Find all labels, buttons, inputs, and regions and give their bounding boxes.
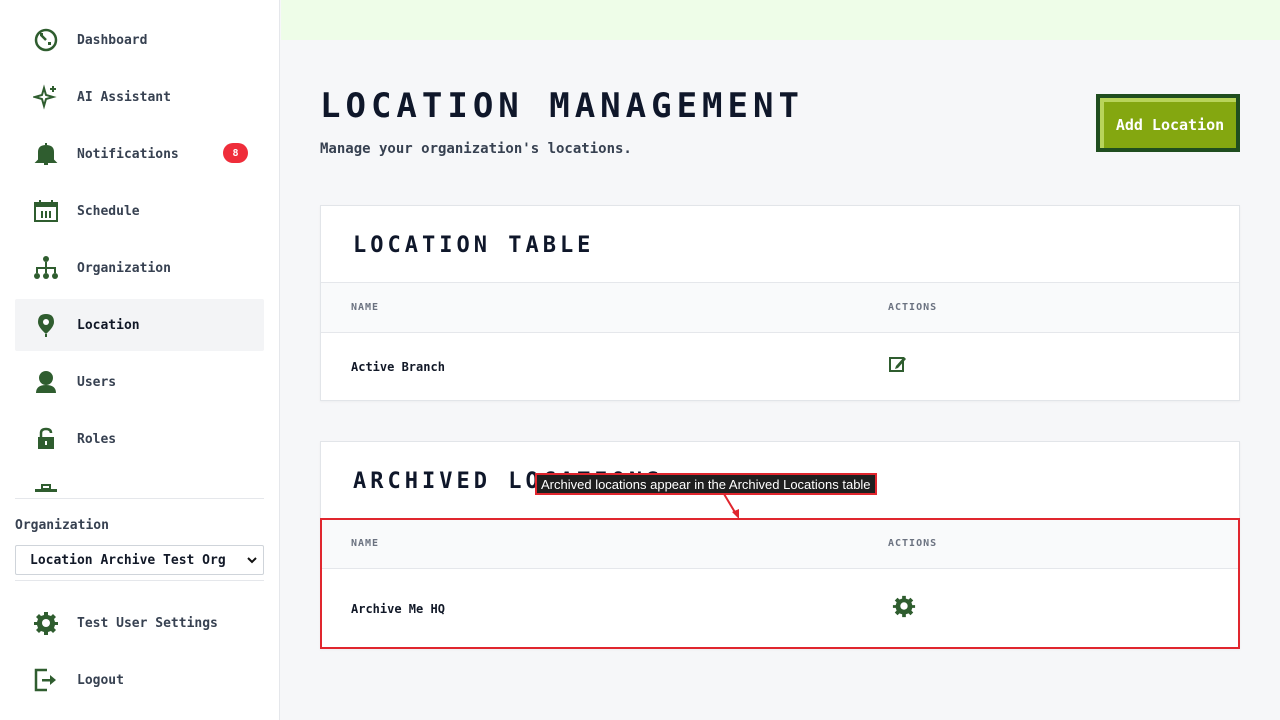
sidebar-item-schedule[interactable]: Schedule [15,185,264,237]
location-table-header: NAME ACTIONS [321,282,1239,333]
user-icon [33,369,59,395]
sidebar-item-dashboard[interactable]: Dashboard [15,14,264,66]
logout-label: Logout [77,672,124,688]
user-settings-label: Test User Settings [77,615,218,631]
annotation-callout: Archived locations appear in the Archive… [535,473,877,495]
sidebar-item-more[interactable] [15,470,264,492]
sidebar-item-label: Dashboard [77,32,148,48]
add-location-button[interactable]: Add Location [1096,94,1240,152]
sidebar-item-notifications[interactable]: Notifications 8 [15,128,264,180]
calendar-icon [33,198,59,224]
sidebar-item-label: Location [77,317,140,333]
location-table-title: LOCATION TABLE [353,233,595,258]
edit-icon[interactable] [888,354,908,374]
sidebar-item-label: Roles [77,431,117,447]
briefcase-icon [33,483,59,492]
chevron-down-icon [247,557,257,564]
notification-count-badge: 8 [223,143,248,163]
org-select-label: Organization [15,518,109,533]
bell-icon [33,141,59,167]
org-chart-icon [33,255,59,281]
sidebar-item-label: Notifications [77,146,179,162]
location-name-cell: Active Branch [351,360,445,374]
sidebar-item-label: AI Assistant [77,89,171,105]
sidebar-item-ai-assistant[interactable]: AI Assistant [15,71,264,123]
annotation-arrow-icon [723,493,739,519]
sidebar-item-roles[interactable]: Roles [15,413,264,465]
map-pin-icon [33,312,59,338]
sidebar-nav: Dashboard AI Assistant Notifications 8 S… [15,14,264,492]
sidebar-item-organization[interactable]: Organization [15,242,264,294]
sparkle-icon [33,84,59,110]
sidebar-item-location[interactable]: Location [15,299,264,351]
dashboard-icon [33,27,59,53]
location-table-card: LOCATION TABLE NAME ACTIONS Active Branc… [320,205,1240,401]
sidebar-item-label: Organization [77,260,171,276]
sidebar-divider [15,498,264,499]
org-select-value: Location Archive Test Org [30,552,226,568]
sidebar: Dashboard AI Assistant Notifications 8 S… [0,0,280,720]
sidebar-item-label: Users [77,374,117,390]
sidebar-item-users[interactable]: Users [15,356,264,408]
user-settings-link[interactable]: Test User Settings [15,598,264,648]
sidebar-item-label: Schedule [77,203,140,219]
top-banner [281,0,1280,40]
column-header-name: NAME [351,302,380,313]
add-location-label: Add Location [1100,98,1236,148]
org-select[interactable]: Location Archive Test Org [15,545,264,575]
lock-icon [33,426,59,452]
annotation-highlight-box [320,518,1240,649]
logout-icon [33,667,59,693]
column-header-actions: ACTIONS [888,302,938,313]
page-subtitle: Manage your organization's locations. [320,141,632,157]
logout-link[interactable]: Logout [15,655,264,705]
page-title: LOCATION MANAGEMENT [320,86,804,126]
gear-icon [33,610,59,636]
sidebar-divider [15,580,264,581]
